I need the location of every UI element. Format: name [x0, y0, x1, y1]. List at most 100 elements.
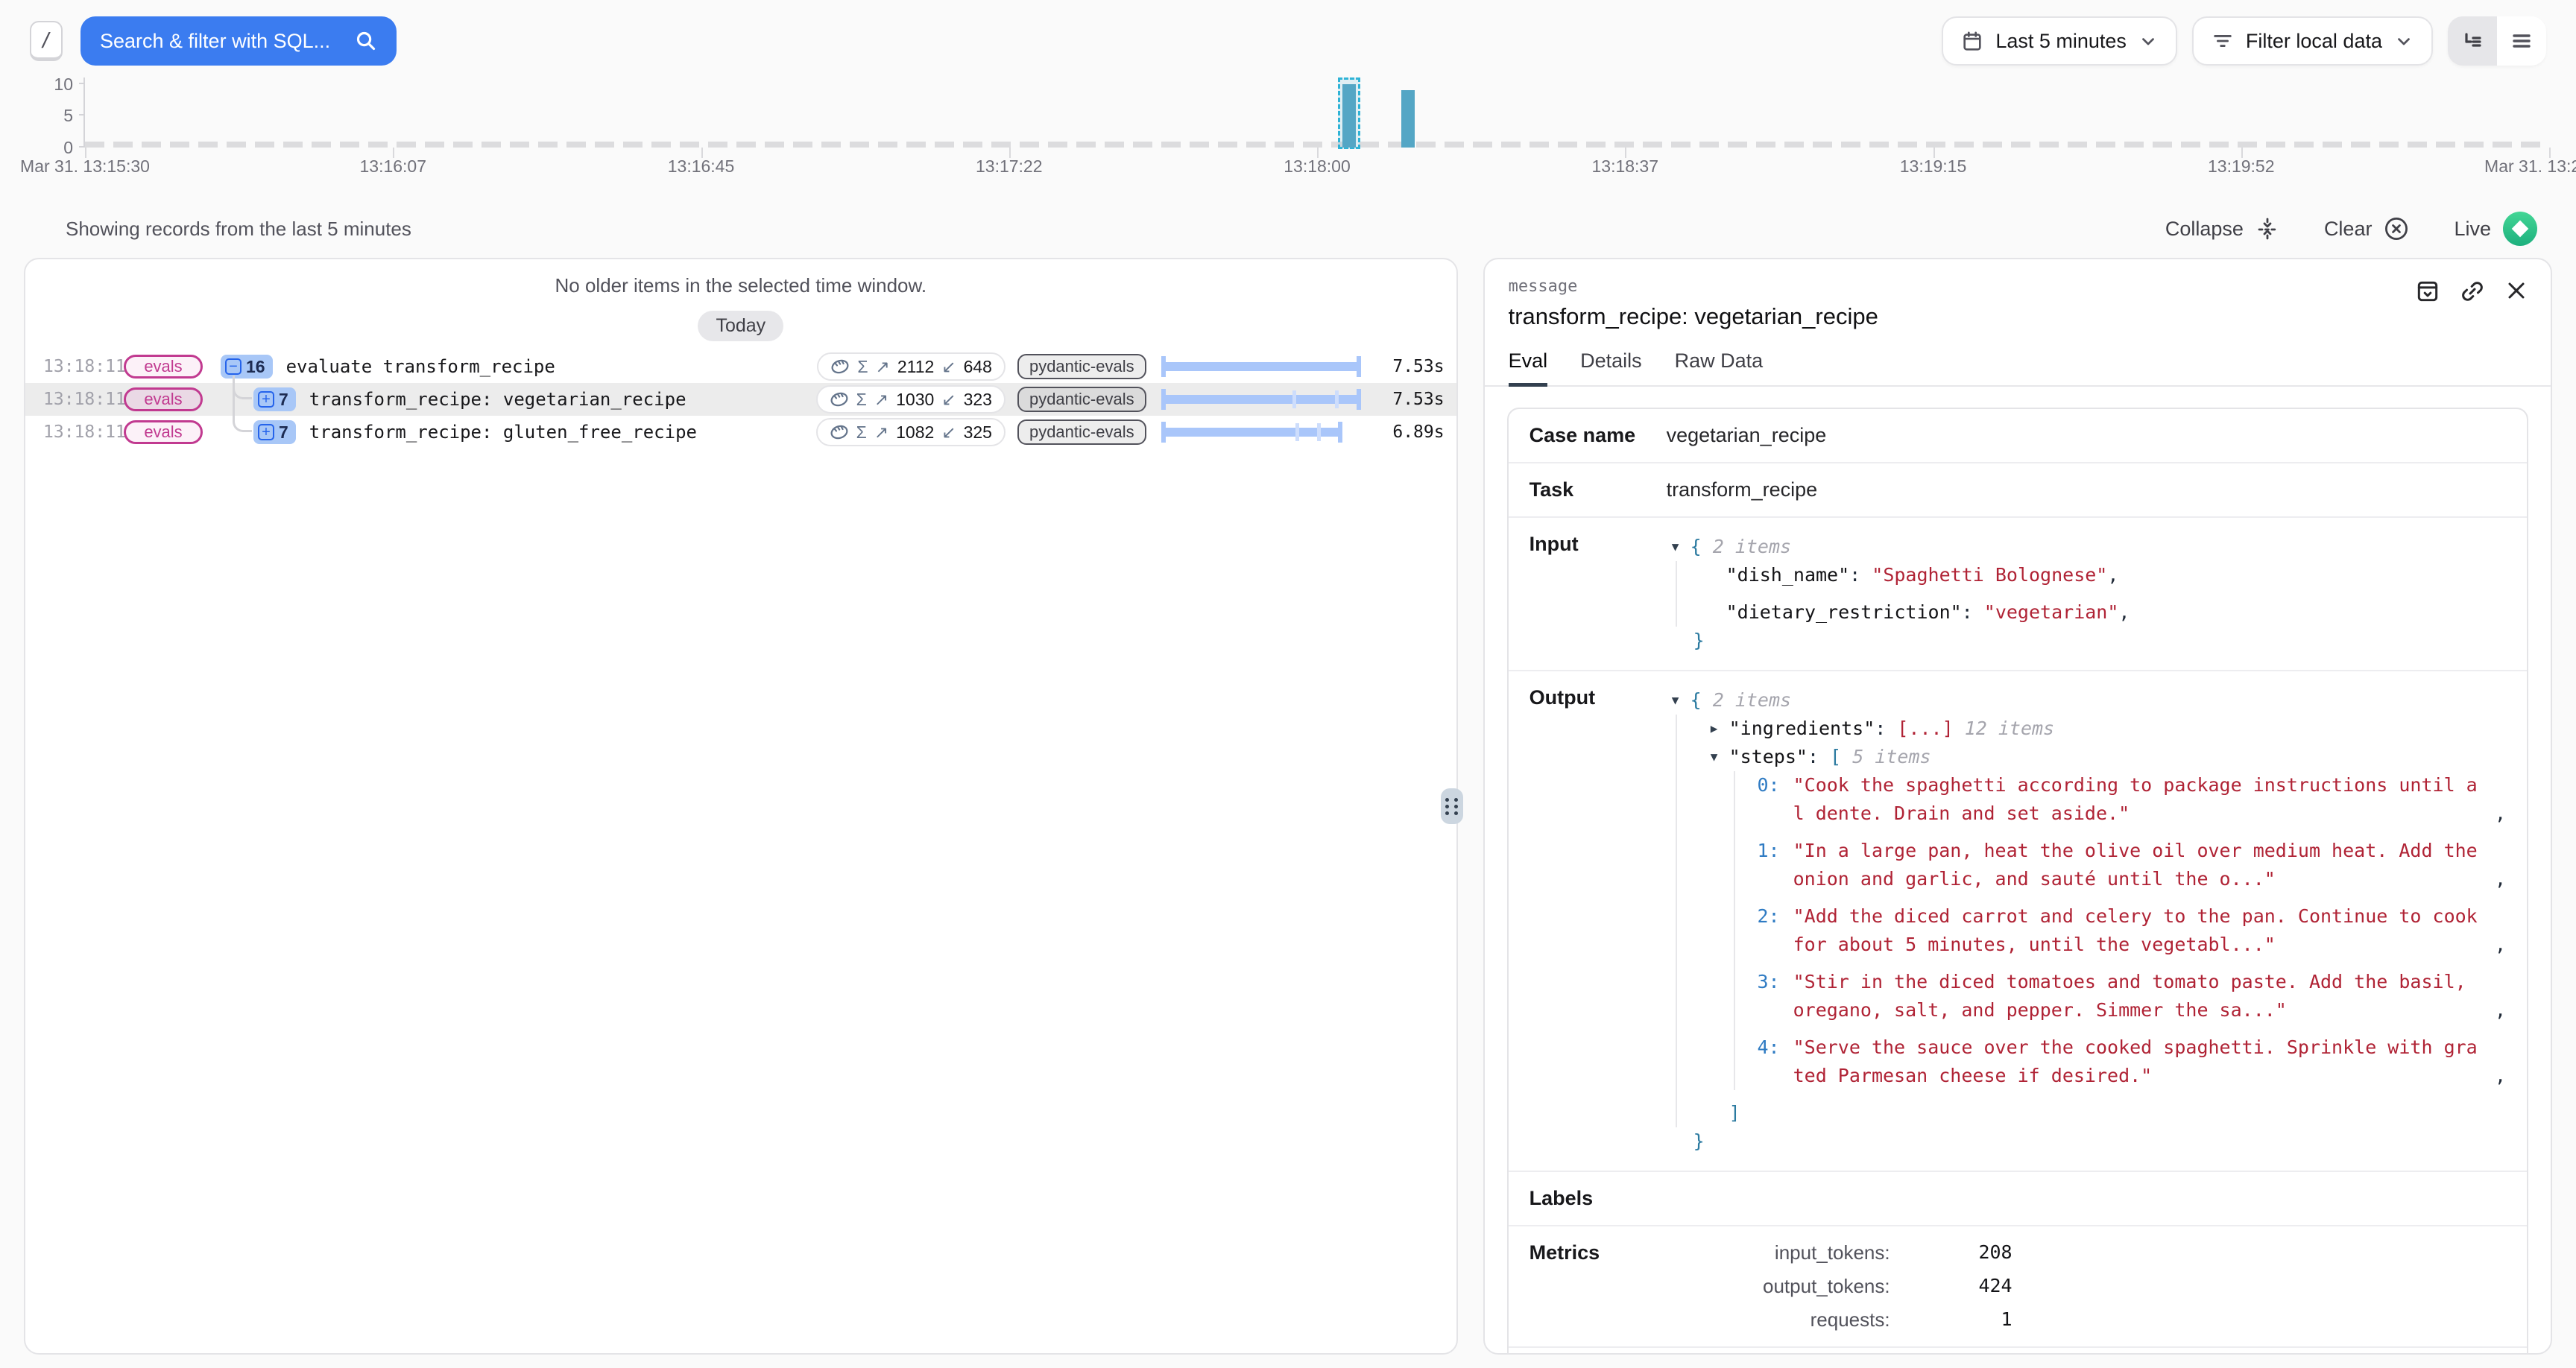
live-toggle[interactable]: Live [2454, 212, 2537, 246]
case-name-row: Case name vegetarian_recipe [1509, 409, 2527, 462]
time-range-dropdown[interactable]: Last 5 minutes [1942, 16, 2177, 66]
x-axis-tick-label: 13:18:00 [1284, 156, 1351, 177]
histogram-bar[interactable] [1401, 90, 1415, 148]
time-range-label: Last 5 minutes [1995, 30, 2127, 53]
timeline-plot[interactable]: Mar 31. 13:15:3013:16:0713:16:4513:17:22… [83, 77, 2549, 148]
output-tokens-arrow-icon: ↙ [941, 390, 956, 410]
span-name: transform_recipe: vegetarian_recipe [309, 389, 686, 410]
output-tokens-arrow-icon: ↙ [941, 357, 956, 377]
plus-square-icon: + [258, 391, 274, 408]
case-name-label: Case name [1530, 424, 1667, 447]
x-axis-tick-label: 13:19:15 [1900, 156, 1967, 177]
histogram-bar[interactable] [1342, 84, 1356, 148]
x-axis-tick-label: 13:19:52 [2208, 156, 2275, 177]
search-icon [355, 30, 377, 52]
clear-circle-x-icon [2384, 216, 2409, 241]
close-icon[interactable] [2504, 279, 2528, 304]
day-pill[interactable]: Today [698, 311, 783, 341]
x-axis-tick [1009, 148, 1011, 158]
status-bar: Showing records from the last 5 minutes … [0, 194, 2576, 258]
chevron-down-icon[interactable]: ▼ [1667, 686, 1685, 715]
x-axis-tick-label: 13:18:37 [1591, 156, 1658, 177]
steps-list: 0:"Cook the spaghetti according to packa… [1734, 771, 2506, 1090]
package-badge[interactable]: pydantic-evals [1017, 354, 1146, 379]
y-axis-tick [79, 83, 85, 84]
panel-resize-handle[interactable] [1441, 788, 1463, 824]
copy-link-icon[interactable] [2460, 279, 2485, 304]
child-count: 16 [246, 357, 265, 377]
chevron-right-icon[interactable]: ▶ [1705, 715, 1723, 743]
output-label: Output [1530, 686, 1667, 1156]
child-count: 7 [279, 422, 288, 443]
package-badge[interactable]: pydantic-evals [1017, 387, 1146, 412]
top-right-controls: Last 5 minutes Filter local data [1942, 16, 2546, 66]
row-tag-badge[interactable]: evals [124, 420, 203, 444]
token-usage-badge[interactable]: Σ ↗ 1030 ↙ 323 [816, 385, 1006, 414]
row-timestamp: 13:18:11 [43, 422, 118, 442]
output-row: Output ▼{ 2 items ▶"ingredients": [...] … [1509, 670, 2527, 1171]
x-axis-tick [1625, 148, 1626, 158]
duration-value: 6.89s [1367, 422, 1445, 442]
x-axis-tick-label: 13:17:22 [976, 156, 1043, 177]
list-item: 1:"In a large pan, heat the olive oil ov… [1735, 837, 2506, 893]
output-tokens-value: 648 [964, 357, 992, 377]
metric-value: 208 [1890, 1241, 2012, 1264]
plus-square-icon: + [258, 424, 274, 440]
collapse-button[interactable]: Collapse [2165, 217, 2279, 241]
input-json-tree[interactable]: ▼{ 2 items "dish_name": "Spaghetti Bolog… [1667, 533, 2506, 655]
package-badge[interactable]: pydantic-evals [1017, 419, 1146, 445]
y-axis-tick [79, 146, 85, 148]
x-axis-tick-label: 13:16:07 [359, 156, 426, 177]
output-tokens-arrow-icon: ↙ [941, 422, 956, 443]
task-label: Task [1530, 478, 1667, 501]
sigma-icon: Σ [857, 357, 868, 377]
duration-value: 7.53s [1367, 390, 1445, 409]
tab-details[interactable]: Details [1580, 349, 1642, 385]
view-toggle-group [2448, 16, 2546, 66]
assertions-row: Assertions ✕✓✓ [1509, 1346, 2527, 1355]
input-tokens-value: 1030 [896, 390, 934, 410]
chevron-down-icon [2138, 31, 2158, 51]
list-item: 0:"Cook the spaghetti according to packa… [1735, 771, 2506, 828]
duration-bar-tick [1335, 390, 1339, 408]
input-tokens-arrow-icon: ↗ [874, 422, 888, 443]
sigma-icon: Σ [856, 390, 867, 410]
filter-local-data-dropdown[interactable]: Filter local data [2192, 16, 2433, 66]
expand-children-badge[interactable]: + 7 [253, 420, 296, 444]
expand-children-badge[interactable]: + 7 [253, 387, 296, 411]
token-usage-badge[interactable]: Σ ↗ 2112 ↙ 648 [817, 352, 1006, 381]
input-label: Input [1530, 533, 1667, 655]
x-axis-tick [1933, 148, 1935, 158]
slash-shortcut-key: / [30, 21, 63, 61]
live-indicator-icon [2503, 212, 2537, 246]
metric-value: 424 [1890, 1275, 2012, 1298]
token-usage-badge[interactable]: Σ ↗ 1082 ↙ 325 [816, 418, 1006, 446]
chevron-down-icon[interactable]: ▼ [1705, 743, 1723, 771]
chevron-down-icon[interactable]: ▼ [1667, 533, 1685, 561]
dock-panel-bottom-icon[interactable] [2415, 279, 2440, 304]
search-button[interactable]: Search & filter with SQL... [80, 16, 397, 66]
empty-window-notice: No older items in the selected time wind… [25, 274, 1456, 297]
slash-key-label: / [40, 29, 52, 51]
list-item: 3:"Stir in the diced tomatoes and tomato… [1735, 968, 2506, 1025]
output-json-tree[interactable]: ▼{ 2 items ▶"ingredients": [...] 12 item… [1667, 686, 2506, 1156]
showing-records-text: Showing records from the last 5 minutes [66, 218, 411, 241]
row-tag-badge[interactable]: evals [124, 387, 203, 411]
coin-icon [830, 422, 849, 442]
tab-raw-data[interactable]: Raw Data [1675, 349, 1764, 385]
x-axis-tick [393, 148, 394, 158]
tab-eval[interactable]: Eval [1509, 349, 1548, 387]
metric-key: input_tokens: [1667, 1241, 1890, 1264]
input-tokens-value: 1082 [896, 422, 934, 443]
clear-button[interactable]: Clear [2324, 216, 2410, 241]
metric-key: output_tokens: [1667, 1275, 1890, 1298]
records-panel: No older items in the selected time wind… [24, 258, 1458, 1355]
sigma-icon: Σ [856, 422, 867, 443]
duration-bar-tick [1292, 390, 1296, 408]
tree-view-toggle[interactable] [2448, 16, 2497, 66]
row-tag-badge[interactable]: evals [124, 355, 203, 379]
detail-panel: message transform_recipe: vegetarian_rec… [1483, 258, 2552, 1355]
list-view-toggle[interactable] [2497, 16, 2546, 66]
row-timestamp: 13:18:11 [43, 390, 118, 409]
list-item: 4:"Serve the sauce over the cooked spagh… [1735, 1033, 2506, 1090]
